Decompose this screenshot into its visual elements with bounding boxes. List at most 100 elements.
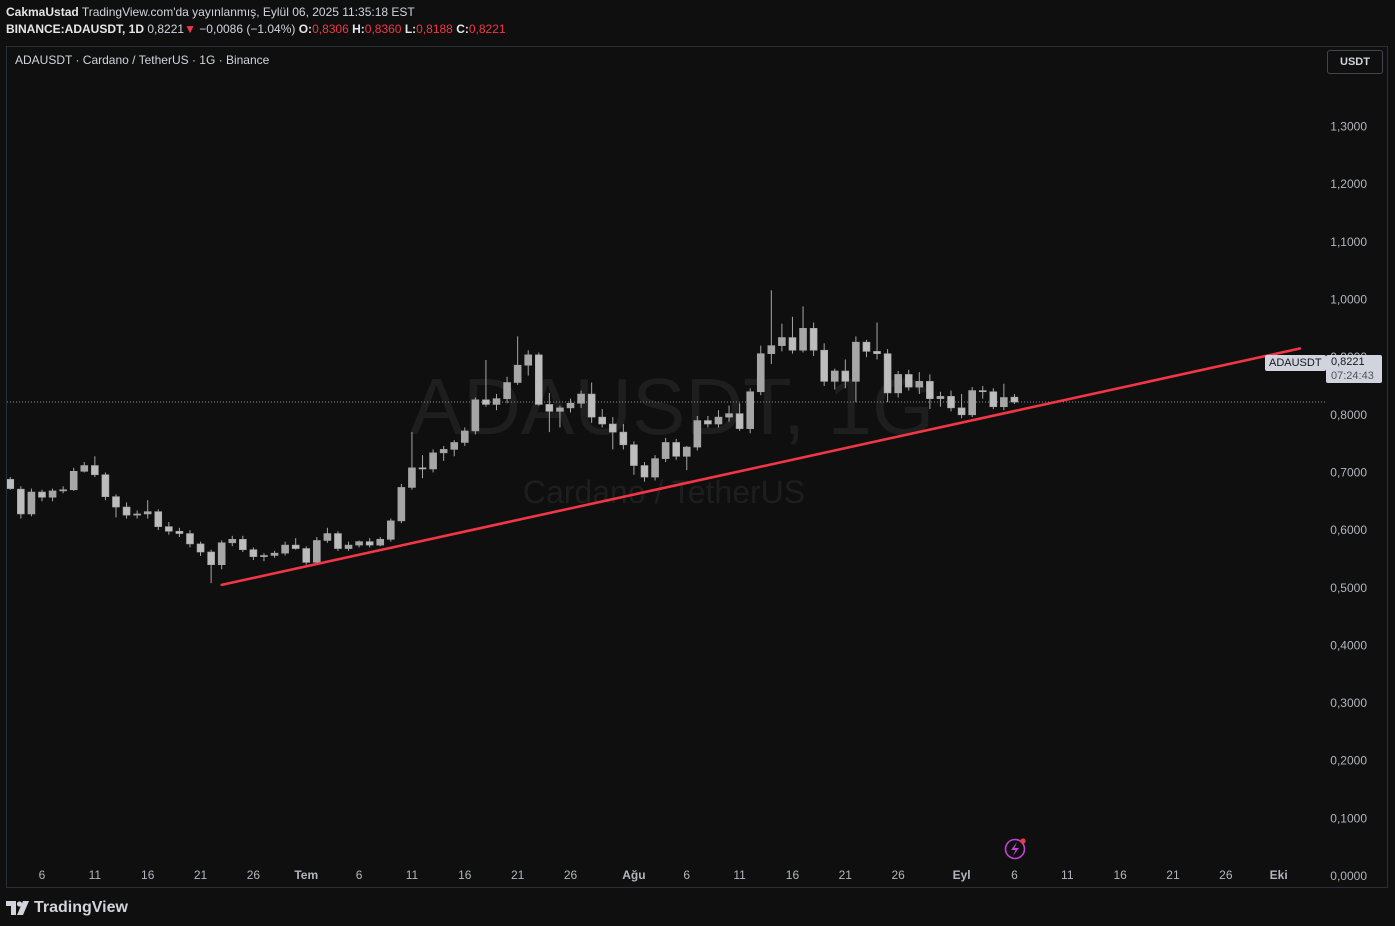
candle-body-down [883, 353, 892, 394]
candle-body-up [376, 539, 385, 546]
candle-body-up [48, 490, 57, 498]
candle-body-up [936, 396, 945, 399]
candle [376, 537, 385, 547]
price-tick-label: 1,0000 [1330, 293, 1367, 307]
lightning-icon[interactable] [1004, 838, 1026, 860]
candle [154, 509, 163, 531]
price-tick-label: 1,3000 [1330, 120, 1367, 134]
down-arrow-icon: ▼ [184, 22, 196, 36]
publish-line: CakmaUstad TradingView.com'da yayınlanmı… [6, 4, 1386, 21]
candle-body-up [460, 430, 469, 443]
candle [418, 455, 427, 479]
candle [809, 322, 818, 356]
price-tick-label: 0,6000 [1330, 523, 1367, 537]
candle [207, 549, 215, 584]
author-name[interactable]: CakmaUstad [6, 5, 79, 19]
time-tick-label: 16 [786, 868, 800, 882]
candle [281, 541, 289, 556]
candle-body-up [513, 364, 522, 383]
candle-body-down [862, 341, 871, 352]
candle [17, 486, 25, 519]
time-tick-label: 26 [1219, 868, 1233, 882]
candle-body-down [38, 491, 46, 498]
candle-body-up [59, 489, 67, 492]
candle-body-up [693, 420, 702, 448]
candle-body-up [270, 552, 279, 556]
candle [27, 488, 36, 517]
candle-body-down [175, 530, 184, 534]
candle [630, 441, 638, 475]
candle [302, 546, 311, 565]
candle [397, 483, 406, 524]
candle-body-down [186, 533, 194, 545]
candle-body-down [239, 539, 247, 551]
time-tick-label: 11 [1061, 868, 1074, 882]
candle-body-down [873, 351, 881, 354]
time-tick-label: 11 [406, 868, 419, 882]
candle [365, 538, 374, 548]
candle-body-down [989, 391, 998, 408]
candle-body-up [661, 442, 670, 459]
time-tick-label: Tem [294, 868, 318, 882]
candle-body-up [682, 446, 691, 457]
last-price-tag: 0,8221 07:24:43 [1326, 355, 1382, 383]
candle [799, 306, 807, 353]
price-axis[interactable]: 1,30001,20001,10001,00000,90000,80000,70… [1330, 120, 1367, 883]
candle [112, 494, 120, 518]
time-tick-label: 26 [891, 868, 905, 882]
candle-body-up [313, 540, 321, 563]
chart-frame[interactable]: ADAUSDT, 1G Cardano / TetherUS 1,3000 1,2… [6, 46, 1388, 888]
candle [534, 352, 543, 406]
candle [936, 391, 945, 407]
candle-body-down [820, 349, 828, 382]
candle [175, 527, 184, 538]
candle-body-down [704, 420, 712, 425]
price-tick-label: 0,4000 [1330, 638, 1367, 652]
candle [165, 522, 173, 535]
watermark-name: Cardano / TetherUS [523, 474, 805, 510]
time-axis[interactable]: 6 11 16 21 26 Tem 6 11 16 21 26 Ağu 6 11 16 21 26 Eyl 6 11 1… [39, 868, 1288, 882]
publish-info: TradingView.com'da yayınlanmış, Eylül 06… [81, 5, 415, 19]
candle-body-down [904, 374, 913, 388]
candle-body-down [302, 548, 311, 563]
candlestick-chart[interactable]: ADAUSDT, 1G Cardano / TetherUS 1,30001,2… [7, 47, 1387, 887]
candle-body-down [112, 496, 120, 508]
candle [143, 500, 152, 519]
candle [323, 527, 332, 543]
time-tick-label: Eki [1270, 868, 1288, 882]
time-tick-label: Ağu [622, 868, 645, 882]
last-price-value: 0,8221 [1331, 356, 1365, 368]
candle [239, 535, 247, 553]
candle-body-up [852, 341, 860, 382]
close-value: 0,8221 [468, 22, 506, 36]
time-tick-label: 21 [511, 868, 525, 882]
time-tick-label: 16 [1113, 868, 1127, 882]
candle [249, 547, 258, 561]
price-tick-label: 0,7000 [1330, 465, 1367, 479]
candle-body-up [80, 465, 89, 472]
candle-body-down [334, 533, 342, 549]
candle [7, 477, 15, 490]
candle-body-down [926, 381, 934, 399]
candle-body-up [143, 511, 152, 515]
candle-body-down [291, 544, 300, 549]
candle [1010, 394, 1019, 404]
candle-body-down [249, 549, 258, 557]
candle-body-up [725, 413, 733, 418]
candle-body-up [260, 555, 268, 557]
candle-body-down [17, 488, 25, 515]
chart-title: ADAUSDT · Cardano / TetherUS · 1G · Bina… [15, 53, 270, 67]
currency-button[interactable]: USDT [1327, 50, 1383, 74]
candle [767, 290, 776, 365]
candle [291, 538, 300, 550]
candle-body-up [228, 539, 237, 544]
candle-body-up [439, 449, 448, 454]
candle [313, 537, 321, 565]
price-tick-label: 1,2000 [1330, 177, 1367, 191]
time-tick-label: 11 [733, 868, 746, 882]
time-tick-label: 16 [458, 868, 472, 882]
candle-body-down [154, 511, 163, 527]
candle-body-up [577, 393, 585, 404]
tradingview-logo[interactable]: TradingView [6, 897, 128, 919]
candle-body-up [651, 458, 659, 478]
